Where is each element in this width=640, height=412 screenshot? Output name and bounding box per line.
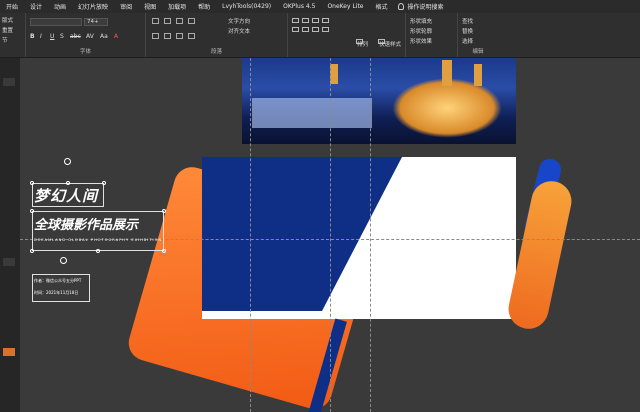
resize-handle-icon[interactable] — [96, 249, 100, 253]
drawing-group: 排列 快速样式 — [288, 13, 406, 57]
increase-indent-icon[interactable] — [188, 18, 195, 24]
bullets-icon[interactable] — [152, 18, 159, 24]
resize-handle-icon[interactable] — [30, 209, 34, 213]
slide-title-line1[interactable]: 梦幻人间 — [34, 185, 98, 206]
strikethrough-button[interactable]: abc — [70, 33, 81, 40]
rotate-handle-icon[interactable] — [64, 158, 71, 165]
quick-style-button[interactable]: 快速样式 — [378, 39, 401, 48]
change-case-button[interactable]: Aa — [100, 33, 108, 40]
numbering-icon[interactable] — [164, 18, 171, 24]
slide-author[interactable]: 作者：微信公众号五分PPT — [34, 278, 81, 284]
lightbulb-icon — [397, 3, 404, 10]
menu-lvyhtools[interactable]: LvyhTools(0429) — [222, 3, 271, 10]
shape-rect2-icon[interactable] — [302, 18, 309, 23]
tower-right2 — [474, 64, 482, 86]
menu-home[interactable]: 开始 — [6, 2, 18, 11]
menu-slideshow[interactable]: 幻灯片放映 — [78, 2, 108, 11]
edit-group-label: 编辑 — [472, 49, 484, 55]
shape-arrow-icon[interactable] — [322, 18, 329, 23]
shape-format-group: 形状填充 形状轮廓 形状效果 — [406, 13, 458, 57]
reset-button[interactable]: 重置 — [2, 26, 13, 34]
menu-addins[interactable]: 加载项 — [168, 2, 186, 11]
shadow-button[interactable]: S — [60, 33, 64, 40]
shape-curve-icon[interactable] — [312, 27, 319, 32]
slide-thumbnail[interactable] — [3, 78, 15, 86]
tower-left — [330, 64, 338, 84]
layout-button[interactable]: 版式 — [2, 16, 13, 24]
slides-group: 版式 重置 节 — [0, 13, 26, 57]
decrease-indent-icon[interactable] — [176, 18, 183, 24]
font-group-label: 字体 — [79, 49, 91, 55]
shape-fill-button[interactable]: 形状填充 — [410, 17, 432, 25]
italic-button[interactable]: I — [40, 33, 42, 40]
menu-animation[interactable]: 动画 — [54, 2, 66, 11]
shape-line-icon[interactable] — [312, 18, 319, 23]
menu-design[interactable]: 设计 — [30, 2, 42, 11]
slide-canvas[interactable]: 梦幻人间 全球摄影作品展示 DREAMLAND GLOBAL PHOTOGRAP… — [20, 58, 640, 412]
text-direction-button[interactable]: 文字方向 — [228, 17, 250, 25]
menu-view[interactable]: 视图 — [144, 2, 156, 11]
menu-review[interactable]: 审阅 — [120, 2, 132, 11]
shape-effect-button[interactable]: 形状效果 — [410, 37, 432, 45]
section-button[interactable]: 节 — [2, 36, 8, 44]
bold-button[interactable]: B — [30, 33, 35, 40]
find-button[interactable]: 查找 — [462, 17, 473, 25]
menu-help[interactable]: 帮助 — [198, 2, 210, 11]
slide-title-line2[interactable]: 全球摄影作品展示 — [34, 214, 138, 233]
align-left-icon[interactable] — [152, 33, 159, 39]
guide-vertical[interactable] — [330, 58, 331, 412]
shape-rect-icon[interactable] — [292, 18, 299, 23]
shape-oval-icon[interactable] — [292, 27, 299, 32]
cityscape-photo[interactable] — [242, 58, 516, 144]
tell-me-search[interactable]: 操作说明搜索 — [408, 2, 444, 11]
align-right-icon[interactable] — [176, 33, 183, 39]
menu-onekey[interactable]: OneKey Lite — [327, 3, 363, 10]
menu-okplus[interactable]: OKPlus 4.5 — [283, 3, 315, 10]
slide-date[interactable]: 时间：2021年11月18日 — [34, 290, 78, 296]
select-button[interactable]: 选择 — [462, 37, 473, 45]
font-size-select[interactable]: 74+ — [84, 18, 108, 26]
shape-outline-button[interactable]: 形状轮廓 — [410, 27, 432, 35]
slide-thumbnail-pane — [0, 58, 20, 412]
menu-format[interactable]: 格式 — [376, 2, 388, 11]
shape-triangle-icon[interactable] — [302, 27, 309, 32]
paragraph-group: 文字方向 对齐文本 段落 — [146, 13, 288, 57]
snow-roofs — [252, 98, 372, 128]
slide-subtitle[interactable]: DREAMLAND GLOBAL PHOTOGRAPHY EXHIBITION — [34, 238, 162, 242]
menu-bar: 开始 设计 动画 幻灯片放映 审阅 视图 加载项 帮助 LvyhTools(04… — [0, 0, 640, 13]
arrange-button[interactable]: 排列 — [356, 39, 368, 48]
tower-right — [442, 60, 452, 86]
resize-handle-icon[interactable] — [102, 181, 106, 185]
paragraph-group-label: 段落 — [210, 49, 222, 55]
shape-star-icon[interactable] — [322, 27, 329, 32]
resize-handle-icon[interactable] — [162, 209, 166, 213]
slide-thumbnail-active[interactable] — [3, 348, 15, 356]
guide-vertical[interactable] — [370, 58, 371, 412]
editing-group: 查找 替换 选择 编辑 — [458, 13, 498, 57]
resize-handle-icon[interactable] — [30, 249, 34, 253]
justify-icon[interactable] — [188, 33, 195, 39]
align-text-button[interactable]: 对齐文本 — [228, 27, 250, 35]
resize-handle-icon[interactable] — [162, 249, 166, 253]
slide-thumbnail[interactable] — [3, 258, 15, 266]
underline-button[interactable]: U — [50, 33, 54, 40]
guide-vertical[interactable] — [250, 58, 251, 412]
font-family-select[interactable] — [30, 18, 82, 26]
font-group: 74+ B I U S abc AV Aa A 字体 — [26, 13, 146, 57]
char-spacing-button[interactable]: AV — [86, 33, 94, 40]
ribbon: 版式 重置 节 74+ B I U S abc AV Aa A 字体 文字方向 … — [0, 13, 640, 58]
replace-button[interactable]: 替换 — [462, 27, 473, 35]
lit-palace — [392, 78, 502, 138]
rotate-handle-icon[interactable] — [60, 257, 67, 264]
font-color-button[interactable]: A — [114, 33, 118, 40]
align-center-icon[interactable] — [164, 33, 171, 39]
